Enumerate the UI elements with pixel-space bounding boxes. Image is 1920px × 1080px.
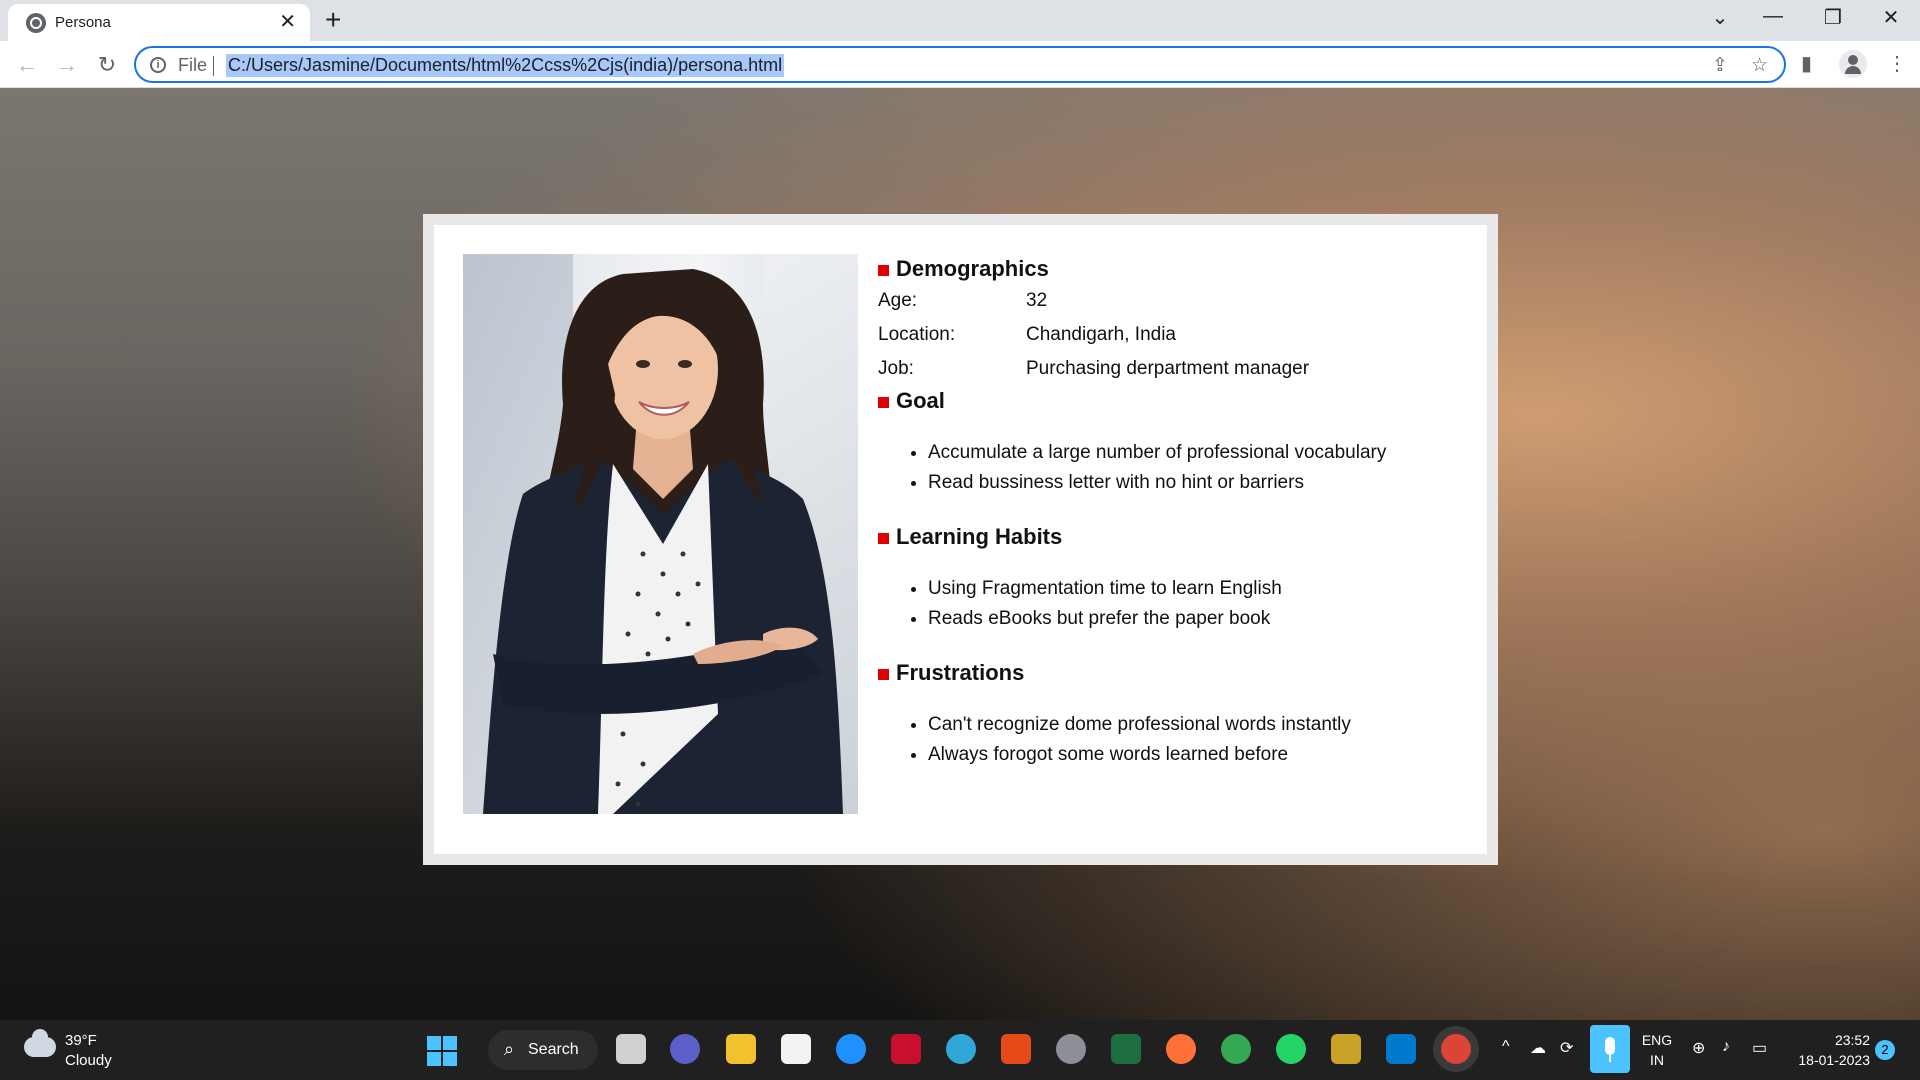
back-arrow-icon[interactable]: ← (12, 50, 42, 80)
age-label: Age: (878, 290, 918, 311)
chrome-profile-icon[interactable] (1221, 1034, 1251, 1064)
clock-date[interactable]: 18-01-2023 (1790, 1052, 1870, 1068)
onedrive-cloud-icon[interactable]: ☁ (1530, 1038, 1546, 1058)
mcafee-icon[interactable] (891, 1034, 921, 1064)
woman-portrait-illustration (483, 269, 843, 814)
demographics-row-age: Age: 32 (878, 284, 1478, 318)
weather-temperature: 39°F (65, 1032, 97, 1049)
frustrations-heading: Frustrations (878, 658, 1478, 688)
task-view-icon[interactable] (616, 1034, 646, 1064)
language-line-2[interactable]: IN (1640, 1052, 1674, 1068)
chrome-active-icon[interactable] (1441, 1034, 1471, 1064)
help-icon[interactable] (836, 1034, 866, 1064)
close-window-button[interactable]: ✕ (1876, 5, 1906, 30)
demographics-row-job: Job: Purchasing derpartment manager (878, 352, 1478, 386)
whatsapp-icon[interactable] (1276, 1034, 1306, 1064)
cloud-icon (24, 1029, 56, 1057)
sync-icon[interactable]: ⟳ (1560, 1038, 1573, 1058)
notification-badge[interactable]: 2 (1875, 1040, 1895, 1060)
browser-tab-strip: Persona ✕ + ⌄ — ❐ ✕ (0, 0, 1920, 41)
location-label: Location: (878, 324, 956, 345)
file-scheme-label: File (178, 55, 208, 75)
battery-icon[interactable]: ▭ (1752, 1038, 1767, 1058)
bookmark-star-icon[interactable]: ☆ (1751, 54, 1768, 77)
minimize-button[interactable]: — (1758, 5, 1788, 28)
learning-habits-heading-text: Learning Habits (896, 524, 1063, 549)
persona-card: Demographics Age: 32 Location: Chandigar… (423, 214, 1498, 865)
weather-description: Cloudy (65, 1052, 112, 1069)
network-globe-icon[interactable]: ⊕ (1692, 1038, 1705, 1058)
file-explorer-icon[interactable] (726, 1034, 756, 1064)
browser-tab[interactable]: Persona ✕ (8, 4, 310, 41)
side-panel-icon[interactable]: ▮ (1801, 51, 1812, 76)
demographics-row-location: Location: Chandigarh, India (878, 318, 1478, 352)
microsoft-store-icon[interactable] (781, 1034, 811, 1064)
goal-list: Accumulate a large number of professiona… (878, 438, 1478, 498)
learning-habit-item: Using Fragmentation time to learn Englis… (928, 574, 1478, 604)
learning-habit-item: Reads eBooks but prefer the paper book (928, 604, 1478, 634)
forward-arrow-icon[interactable]: → (52, 50, 82, 80)
language-line-1[interactable]: ENG (1640, 1032, 1674, 1048)
red-square-bullet-icon (878, 533, 889, 544)
settings-gear-icon[interactable] (1056, 1034, 1086, 1064)
globe-icon (26, 13, 46, 33)
learning-habits-list: Using Fragmentation time to learn Englis… (878, 574, 1478, 634)
vscode-icon[interactable] (1386, 1034, 1416, 1064)
taskbar-search-button[interactable]: ⌕ Search (488, 1030, 598, 1070)
menu-kebab-icon[interactable]: ⋮ (1887, 51, 1907, 76)
job-value: Purchasing derpartment manager (1026, 358, 1310, 379)
share-icon[interactable]: ⇪ (1712, 54, 1728, 77)
new-tab-button[interactable]: + (325, 6, 341, 34)
teams-chat-icon[interactable] (670, 1034, 700, 1064)
frustration-item: Always forogot some words learned before (928, 740, 1478, 770)
frustration-item: Can't recognize dome professional words … (928, 710, 1478, 740)
clock-time[interactable]: 23:52 (1790, 1032, 1870, 1048)
persona-photo (463, 254, 858, 814)
profile-avatar-icon[interactable] (1839, 50, 1867, 78)
frustrations-list: Can't recognize dome professional words … (878, 710, 1478, 770)
goal-item: Accumulate a large number of professiona… (928, 438, 1478, 468)
search-icon: ⌕ (504, 1039, 515, 1059)
office-icon[interactable] (1001, 1034, 1031, 1064)
excel-icon[interactable] (1111, 1034, 1141, 1064)
tray-chevron-icon[interactable]: ^ (1502, 1038, 1510, 1056)
age-value: 32 (1026, 290, 1048, 311)
page-viewport: Demographics Age: 32 Location: Chandigar… (0, 88, 1920, 1020)
close-tab-icon[interactable]: ✕ (279, 11, 296, 33)
taskbar: 39°F Cloudy ⌕ Search ^ ☁ ⟳ ENG IN ⊕ ♪ ▭ … (0, 1020, 1920, 1080)
red-square-bullet-icon (878, 265, 889, 276)
goal-heading: Goal (878, 386, 1478, 416)
browser-toolbar: ← → ↻ i File C:/Users/Jasmine/Documents/… (0, 41, 1920, 88)
tab-search-chevron-icon[interactable]: ⌄ (1705, 5, 1735, 30)
restore-button[interactable]: ❐ (1818, 5, 1848, 30)
frustrations-heading-text: Frustrations (896, 660, 1025, 685)
volume-icon[interactable]: ♪ (1722, 1038, 1730, 1056)
job-label: Job: (878, 358, 914, 379)
red-square-bullet-icon (878, 397, 889, 408)
persona-details: Demographics Age: 32 Location: Chandigar… (878, 254, 1478, 794)
address-bar[interactable]: i File C:/Users/Jasmine/Documents/html%2… (134, 46, 1786, 83)
demographics-heading-text: Demographics (896, 256, 1049, 281)
persona-card-inner: Demographics Age: 32 Location: Chandigar… (434, 225, 1487, 854)
learning-habits-heading: Learning Habits (878, 522, 1478, 552)
omnibox-separator (213, 56, 214, 76)
info-icon[interactable]: i (150, 57, 166, 73)
goal-heading-text: Goal (896, 388, 945, 413)
edge-icon[interactable] (946, 1034, 976, 1064)
search-label: Search (528, 1041, 579, 1058)
notepad-plus-icon[interactable] (1331, 1034, 1361, 1064)
red-square-bullet-icon (878, 669, 889, 680)
microphone-icon[interactable] (1590, 1025, 1630, 1073)
demographics-heading: Demographics (878, 254, 1478, 284)
location-value: Chandigarh, India (1026, 324, 1176, 345)
goal-item: Read bussiness letter with no hint or ba… (928, 468, 1478, 498)
reload-icon[interactable]: ↻ (92, 50, 122, 80)
tab-title: Persona (55, 14, 111, 31)
url-text[interactable]: C:/Users/Jasmine/Documents/html%2Ccss%2C… (226, 54, 785, 77)
windows-start-icon[interactable] (427, 1036, 457, 1066)
firefox-icon[interactable] (1166, 1034, 1196, 1064)
